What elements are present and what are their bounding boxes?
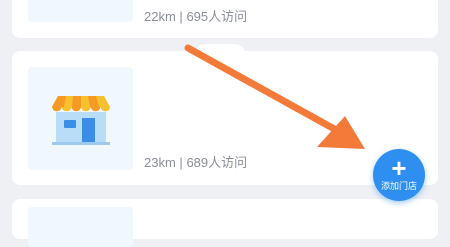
meta-separator: | <box>179 155 183 170</box>
store-card[interactable]: 22km | 695人访问 <box>12 0 438 38</box>
add-store-label: 添加门店 <box>380 180 417 191</box>
store-visits: 689人访问 <box>186 155 248 170</box>
store-thumbnail <box>28 207 133 247</box>
store-distance: 22km <box>144 9 176 24</box>
store-meta: 23km | 689人访问 <box>144 152 247 171</box>
add-store-button[interactable]: + 添加门店 <box>373 149 425 201</box>
storefront-icon <box>52 96 111 145</box>
store-distance: 23km <box>144 155 176 170</box>
store-thumbnail <box>28 67 133 170</box>
store-visits: 695人访问 <box>186 9 248 24</box>
plus-icon: + <box>391 152 407 183</box>
store-card[interactable] <box>12 199 438 247</box>
meta-separator: | <box>179 9 183 24</box>
store-thumbnail <box>28 0 133 22</box>
store-meta: 22km | 695人访问 <box>144 6 247 25</box>
